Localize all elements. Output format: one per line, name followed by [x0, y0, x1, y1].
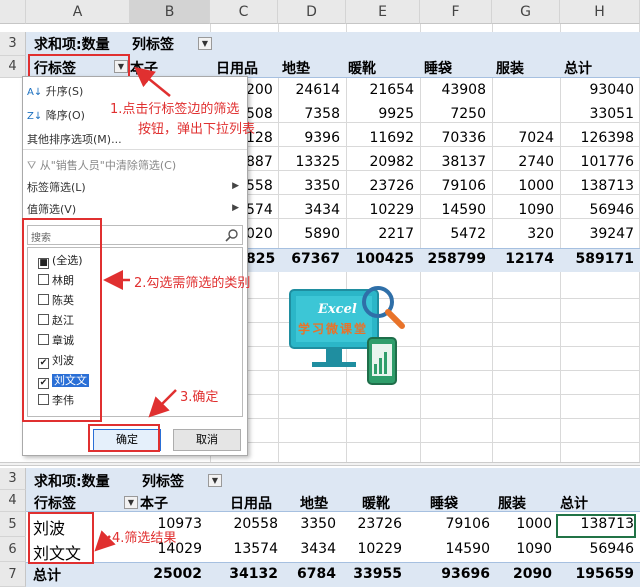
highlight-filter-result — [28, 512, 94, 564]
total-label[interactable]: 总计 — [33, 565, 61, 585]
bottom-header-riyongpin: 日用品 — [230, 496, 272, 512]
arrow-step1 — [134, 66, 171, 97]
bottom-header-nuanxue: 暖靴 — [362, 496, 390, 512]
bottom-row-filter-applied-icon[interactable]: ▼ — [124, 496, 138, 509]
bottom-data-cell[interactable]: 20558 — [210, 516, 278, 532]
bottom-data-cell[interactable]: 79106 — [402, 516, 490, 532]
bottom-data-cell[interactable]: 34132 — [210, 566, 278, 582]
bottom-data-cell[interactable]: 14590 — [402, 541, 490, 557]
bottom-header-shuidai: 睡袋 — [430, 496, 458, 512]
arrow-step3 — [148, 389, 177, 418]
row-header[interactable]: 5 — [0, 512, 26, 537]
bottom-sum-label: 求和项:数量 — [34, 474, 110, 490]
row-header-3-bottom[interactable]: 3 — [0, 468, 26, 490]
screenshot-divider — [0, 462, 640, 466]
bottom-data-cell[interactable]: 93696 — [402, 566, 490, 582]
bottom-data-cell[interactable]: 13574 — [210, 541, 278, 557]
bottom-data-cell[interactable]: 1000 — [490, 516, 552, 532]
bottom-data-cell[interactable]: 195659 — [556, 566, 634, 582]
bottom-col-label: 列标签 — [142, 474, 184, 490]
bottom-data-cell[interactable]: 1090 — [490, 541, 552, 557]
bottom-row-label: 行标签 — [34, 496, 76, 512]
pivot-header-band — [26, 468, 640, 490]
bottom-data-cell[interactable]: 2090 — [490, 566, 552, 582]
arrow-step4 — [94, 530, 116, 552]
bottom-data-cell[interactable]: 3434 — [278, 541, 336, 557]
pivot-header-band — [26, 490, 640, 512]
bottom-data-cell[interactable]: 6784 — [278, 566, 336, 582]
bottom-header-benzi: 本子 — [140, 496, 168, 512]
bottom-header-fuzhuang: 服装 — [498, 496, 526, 512]
row-header[interactable]: 6 — [0, 537, 26, 562]
bottom-header-didian: 地垫 — [300, 496, 328, 512]
bottom-data-cell[interactable]: 14029 — [130, 541, 202, 557]
bottom-data-cell[interactable]: 3350 — [278, 516, 336, 532]
row-header-4-bottom[interactable]: 4 — [0, 490, 26, 512]
bottom-data-cell[interactable]: 25002 — [130, 566, 202, 582]
bottom-data-cell[interactable]: 10229 — [336, 541, 402, 557]
row-header[interactable]: 7 — [0, 562, 26, 587]
bottom-col-filter-button[interactable]: ▼ — [208, 474, 222, 487]
bottom-data-cell[interactable]: 33955 — [336, 566, 402, 582]
bottom-data-cell[interactable]: 23726 — [336, 516, 402, 532]
bottom-header-zongji: 总计 — [560, 496, 588, 512]
bottom-data-cell[interactable]: 56946 — [556, 541, 634, 557]
bottom-data-cell[interactable]: 10973 — [130, 516, 202, 532]
selected-cell[interactable] — [556, 514, 636, 538]
